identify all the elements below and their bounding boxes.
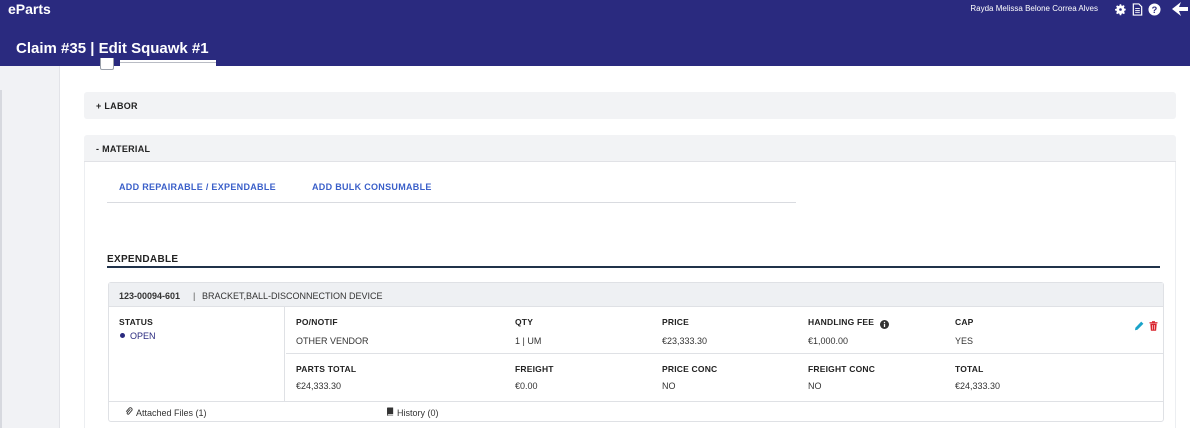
add-bulk-consumable-link[interactable]: ADD BULK CONSUMABLE	[312, 182, 432, 192]
po-notif-value: OTHER VENDOR	[296, 336, 369, 346]
freight-conc-label: FREIGHT CONC	[808, 364, 876, 374]
card-footer-divider	[109, 401, 1163, 402]
top-icons: ?	[1114, 2, 1188, 16]
total-value: €24,333.30	[955, 381, 1001, 391]
collapse-sidebar-icon[interactable]	[1172, 2, 1188, 16]
help-icon[interactable]: ?	[1148, 2, 1161, 16]
document-icon[interactable]	[1132, 2, 1143, 16]
left-sidebar	[0, 66, 60, 428]
page-title: Claim #35 | Edit Squawk #1	[16, 40, 209, 57]
clipped-checkbox[interactable]	[100, 58, 114, 70]
freight-value: €0.00	[515, 381, 538, 391]
qty-label: QTY	[515, 317, 534, 327]
gear-icon[interactable]	[1114, 3, 1127, 16]
user-name[interactable]: Rayda Melissa Belone Correa Alves	[970, 4, 1098, 13]
price-value: €23,333.30	[662, 336, 708, 346]
row-divider	[286, 353, 1163, 354]
svg-text:?: ?	[1152, 4, 1158, 14]
book-icon	[386, 407, 394, 418]
part-card: 123-00094-601 | BRACKET,BALL-DISCONNECTI…	[108, 282, 1164, 422]
clipped-label	[120, 60, 216, 66]
history-label: History (0)	[397, 407, 439, 418]
price-label: PRICE	[662, 317, 689, 327]
part-number: 123-00094-601	[119, 291, 181, 301]
freight-label: FREIGHT	[515, 364, 554, 374]
attached-files-label: Attached Files (1)	[136, 407, 207, 418]
app-brand[interactable]: eParts	[8, 1, 51, 17]
qty-value: 1 | UM	[515, 336, 542, 346]
labor-accordion-label: + LABOR	[96, 101, 138, 111]
handling-fee-value: €1,000.00	[808, 336, 849, 346]
links-divider	[107, 202, 796, 203]
expendable-section-title: EXPENDABLE	[107, 254, 179, 265]
po-notif-label: PO/NOTIF	[296, 317, 338, 327]
status-value: OPEN	[130, 331, 156, 341]
material-accordion-label: - MATERIAL	[96, 144, 151, 154]
status-column: STATUS OPEN	[109, 307, 285, 401]
status-label: STATUS	[119, 317, 153, 327]
sidebar-strip	[0, 90, 2, 428]
parts-total-label: PARTS TOTAL	[296, 364, 357, 374]
info-icon[interactable]	[880, 316, 889, 334]
price-conc-label: PRICE CONC	[662, 364, 718, 374]
part-description: BRACKET,BALL-DISCONNECTION DEVICE	[202, 291, 383, 301]
history-link[interactable]: History (0)	[386, 407, 439, 418]
handling-fee-label: HANDLING FEE	[808, 317, 875, 327]
labor-accordion-header[interactable]: + LABOR	[84, 92, 1176, 119]
parts-total-value: €24,333.30	[296, 381, 342, 391]
attached-files-link[interactable]: Attached Files (1)	[125, 407, 207, 418]
part-card-header: 123-00094-601 | BRACKET,BALL-DISCONNECTI…	[109, 283, 1163, 307]
trash-icon[interactable]	[1149, 318, 1158, 336]
material-accordion-header[interactable]: - MATERIAL	[84, 135, 1176, 162]
paperclip-icon	[125, 407, 133, 418]
cap-label: CAP	[955, 317, 974, 327]
status-dot	[120, 333, 125, 338]
pencil-icon[interactable]	[1134, 318, 1144, 336]
top-navbar: eParts Rayda Melissa Belone Correa Alves…	[0, 0, 1190, 30]
freight-conc-value: NO	[808, 381, 822, 391]
total-label: TOTAL	[955, 364, 984, 374]
price-conc-value: NO	[662, 381, 676, 391]
cap-value: YES	[955, 336, 974, 346]
part-separator: |	[193, 291, 196, 301]
add-repairable-expendable-link[interactable]: ADD REPAIRABLE / EXPENDABLE	[119, 182, 276, 192]
expendable-divider	[107, 266, 1160, 268]
